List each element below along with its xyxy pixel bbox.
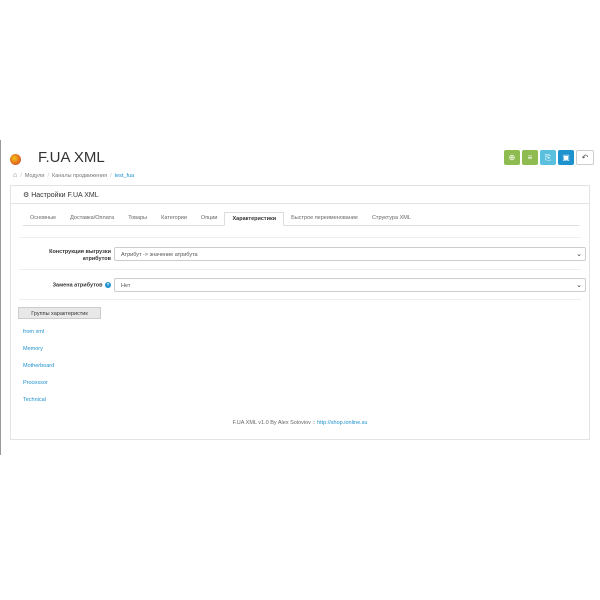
page-title: F.UA XML	[38, 149, 105, 166]
list-button[interactable]: ≡	[522, 150, 538, 165]
save-icon: ▣	[562, 152, 570, 162]
construction-select-value: Атрибут -> значение атрибута	[121, 252, 198, 258]
replace-label: Замена атрибутов ?	[25, 282, 111, 289]
settings-tabs: Основные Доставка/Оплата Товары Категори…	[23, 212, 579, 226]
footer-link[interactable]: http://shop.ionline.su	[317, 420, 367, 426]
group-item-from-xml[interactable]: from xml	[23, 329, 54, 346]
replace-label-text: Замена атрибутов	[52, 282, 103, 289]
construction-select[interactable]: Атрибут -> значение атрибута ⌄	[114, 247, 586, 261]
group-item-motherboard[interactable]: Motherboard	[23, 363, 54, 380]
question-circle-icon[interactable]: ?	[105, 282, 111, 288]
export-button[interactable]: ⎘	[540, 150, 556, 165]
chevron-down-icon: ⌄	[576, 251, 582, 258]
breadcrumb-item-current[interactable]: test_fua	[115, 173, 135, 179]
group-item-memory[interactable]: Memory	[23, 346, 54, 363]
tab-basic[interactable]: Основные	[23, 212, 63, 226]
divider	[19, 269, 581, 270]
tab-categories[interactable]: Категории	[154, 212, 194, 226]
settings-panel: ⚙ Настройки F.UA XML Основные Доставка/О…	[10, 185, 590, 440]
back-icon: ↶	[581, 152, 589, 162]
plus-icon: ⊕	[508, 152, 516, 162]
gear-icon: ⚙	[23, 192, 30, 199]
group-item-technical[interactable]: Technical	[23, 397, 54, 414]
home-icon[interactable]: ⌂	[13, 172, 17, 179]
tab-options[interactable]: Опции	[194, 212, 225, 226]
construction-label: Конструкция выгрузки атрибутов	[49, 249, 111, 262]
breadcrumb: ⌂ / Модули / Каналы продвижения / test_f…	[13, 172, 134, 179]
panel-heading: ⚙ Настройки F.UA XML	[11, 186, 589, 204]
tab-delivery-payment[interactable]: Доставка/Оплата	[63, 212, 121, 226]
chevron-down-icon: ⌄	[576, 282, 582, 289]
save-button[interactable]: ▣	[558, 150, 574, 165]
characteristic-groups-button[interactable]: Группы характеристик	[18, 307, 101, 319]
tab-quick-rename[interactable]: Быстрое переименование	[284, 212, 365, 226]
breadcrumb-item-modules[interactable]: Модули	[25, 173, 45, 179]
breadcrumb-separator: /	[110, 172, 112, 179]
characteristic-groups-list: from xml Memory Motherboard Processor Te…	[23, 329, 54, 414]
replace-select-value: Нет	[121, 283, 131, 289]
tab-xml-structure[interactable]: Структура XML	[365, 212, 418, 226]
group-item-processor[interactable]: Processor	[23, 380, 54, 397]
footer-text: F.UA XML v1.0 By Alex Soloviov ::	[232, 420, 318, 426]
tab-products[interactable]: Товары	[121, 212, 154, 226]
list-icon: ≡	[527, 152, 533, 162]
add-button[interactable]: ⊕	[504, 150, 520, 165]
tab-characteristics[interactable]: Характеристики	[224, 212, 285, 226]
page-header: F.UA XML ⊕ ≡ ⎘ ▣ ↶	[8, 148, 594, 170]
header-actions: ⊕ ≡ ⎘ ▣ ↶	[504, 150, 594, 165]
back-button[interactable]: ↶	[576, 150, 594, 165]
footer: F.UA XML v1.0 By Alex Soloviov :: http:/…	[11, 420, 589, 426]
replace-select[interactable]: Нет ⌄	[114, 278, 586, 292]
breadcrumb-item-channels[interactable]: Каналы продвижения	[52, 173, 107, 179]
divider	[19, 299, 581, 300]
breadcrumb-separator: /	[47, 172, 49, 179]
module-logo-icon	[10, 154, 21, 165]
panel-title: Настройки F.UA XML	[31, 192, 99, 199]
export-icon: ⎘	[544, 152, 552, 162]
divider	[19, 237, 581, 238]
breadcrumb-separator: /	[20, 172, 22, 179]
page-left-border	[0, 140, 1, 455]
